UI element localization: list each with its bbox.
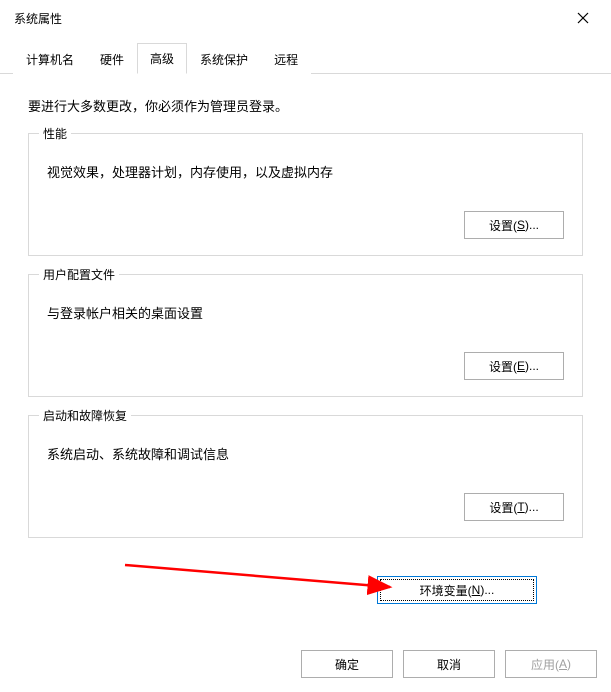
group-performance-desc: 视觉效果，处理器计划，内存使用，以及虚拟内存 xyxy=(47,162,564,181)
dialog-footer-buttons: 确定 取消 应用(A) xyxy=(301,650,597,678)
titlebar: 系统属性 xyxy=(0,0,611,36)
group-startup-recovery-legend: 启动和故障恢复 xyxy=(39,407,131,424)
ok-button[interactable]: 确定 xyxy=(301,650,393,678)
group-startup-recovery-desc: 系统启动、系统故障和调试信息 xyxy=(47,444,564,463)
tab-computer-name[interactable]: 计算机名 xyxy=(13,44,87,74)
user-profiles-settings-button[interactable]: 设置(E)... xyxy=(464,352,564,380)
tabs: 计算机名 硬件 高级 系统保护 远程 xyxy=(0,36,611,74)
tab-advanced[interactable]: 高级 xyxy=(137,43,187,74)
close-button[interactable] xyxy=(569,4,597,32)
cancel-button[interactable]: 取消 xyxy=(403,650,495,678)
apply-button[interactable]: 应用(A) xyxy=(505,650,597,678)
startup-recovery-settings-button[interactable]: 设置(T)... xyxy=(464,493,564,521)
tab-hardware[interactable]: 硬件 xyxy=(87,44,137,74)
group-user-profiles-desc: 与登录帐户相关的桌面设置 xyxy=(47,303,564,322)
admin-notice: 要进行大多数更改，你必须作为管理员登录。 xyxy=(28,96,583,115)
tab-content-advanced: 要进行大多数更改，你必须作为管理员登录。 性能 视觉效果，处理器计划，内存使用，… xyxy=(0,74,611,614)
group-startup-recovery: 启动和故障恢复 系统启动、系统故障和调试信息 设置(T)... xyxy=(28,415,583,538)
environment-variables-button[interactable]: 环境变量(N)... xyxy=(377,576,537,604)
group-performance-legend: 性能 xyxy=(39,125,71,142)
tab-system-protection[interactable]: 系统保护 xyxy=(187,44,261,74)
close-icon xyxy=(577,12,589,24)
window-title: 系统属性 xyxy=(14,10,62,27)
performance-settings-button[interactable]: 设置(S)... xyxy=(464,211,564,239)
group-performance: 性能 视觉效果，处理器计划，内存使用，以及虚拟内存 设置(S)... xyxy=(28,133,583,256)
group-user-profiles: 用户配置文件 与登录帐户相关的桌面设置 设置(E)... xyxy=(28,274,583,397)
group-user-profiles-legend: 用户配置文件 xyxy=(39,266,119,283)
tab-remote[interactable]: 远程 xyxy=(261,44,311,74)
